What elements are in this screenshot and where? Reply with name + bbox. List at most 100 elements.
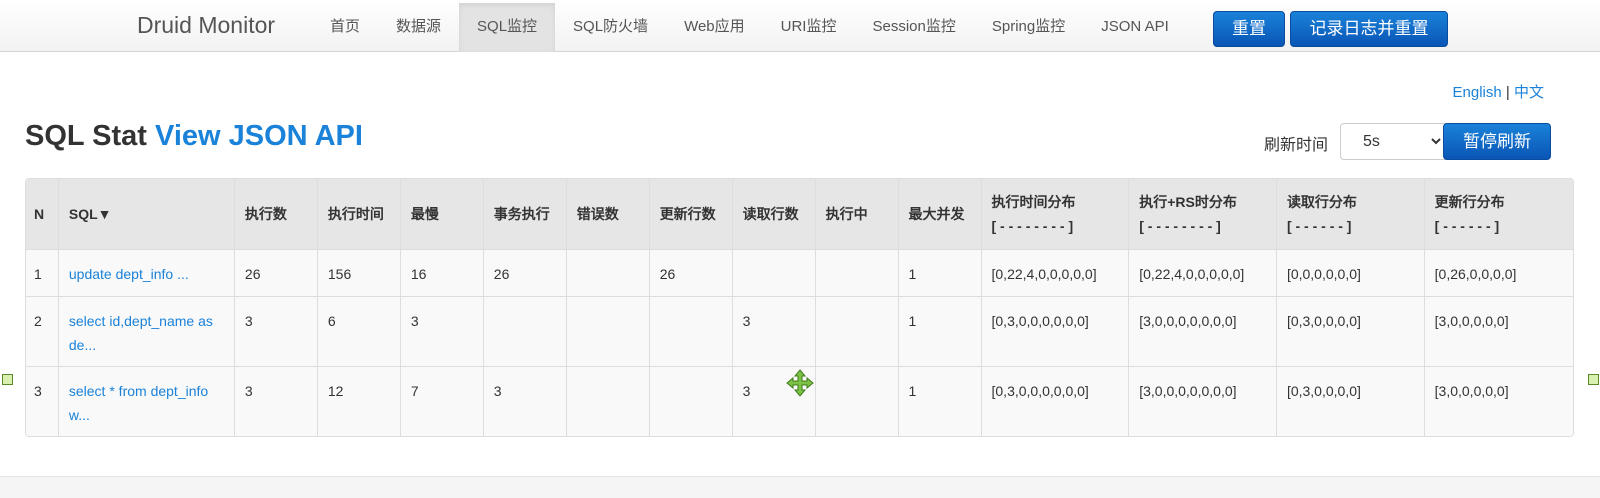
col-header-running[interactable]: 执行中 (815, 179, 899, 250)
cell-exec-hist: [0,3,0,0,0,0,0,0] (981, 366, 1130, 436)
cell-update-hist: [3,0,0,0,0,0] (1434, 382, 1509, 399)
nav-item-sql-firewall[interactable]: SQL防火墙 (555, 3, 666, 52)
cell-fetch-hist: [0,0,0,0,0,0] (1276, 249, 1425, 297)
log-and-reset-button[interactable]: 记录日志并重置 (1290, 11, 1448, 47)
cell-max-concurrent: 1 (898, 296, 982, 367)
cell-sql: update dept_info ... (58, 249, 235, 297)
lang-separator: | (1505, 84, 1510, 101)
pause-refresh-button[interactable]: 暂停刷新 (1443, 123, 1551, 160)
col-header-tx-exec[interactable]: 事务执行 (483, 179, 567, 250)
page-title: SQL Stat View JSON API (25, 120, 363, 153)
col-header-sql[interactable]: SQL▼ (58, 179, 235, 250)
nav-item-datasource[interactable]: 数据源 (378, 3, 459, 52)
language-switch: English | 中文 (1453, 81, 1544, 102)
nav-item-session[interactable]: Session监控 (854, 3, 973, 52)
refresh-interval-select[interactable]: 5s (1340, 123, 1453, 160)
table-row: 2 select id,dept_name as de... 3 6 3 3 1… (26, 296, 1573, 367)
move-cursor-icon (786, 369, 814, 397)
col-header-error-count[interactable]: 错误数 (566, 179, 650, 250)
sql-link[interactable]: update dept_info ... (69, 266, 189, 282)
table-header-row: N SQL▼ 执行数 执行时间 最慢 事务执行 错误数 更新行数 读取行数 执行… (26, 179, 1573, 250)
cell-exec-time: 12 (317, 366, 401, 436)
cell-max-concurrent: 1 (898, 249, 982, 297)
sql-link[interactable]: select id,dept_name as de... (69, 313, 213, 353)
fetch-hist-title: 读取行分布 (1286, 193, 1357, 210)
nav-item-web-app[interactable]: Web应用 (666, 3, 763, 52)
col-header-fetch-hist[interactable]: 读取行分布 [ - - - - - - ] (1276, 179, 1425, 250)
exec-rs-hist-sub: [ - - - - - - - - ] (1139, 217, 1221, 234)
cell-slowest: 16 (400, 249, 484, 297)
col-header-slowest[interactable]: 最慢 (400, 179, 484, 250)
cell-n: 3 (26, 366, 59, 436)
col-header-n[interactable]: N (26, 179, 59, 250)
cell-max-concurrent: 1 (898, 366, 982, 436)
cell-exec-rs-hist: [3,0,0,0,0,0,0,0] (1128, 366, 1277, 436)
cell-exec-count: 3 (234, 296, 318, 367)
footer-band (0, 476, 1600, 498)
exec-hist-title: 执行时间分布 (991, 193, 1076, 210)
cell-exec-rs-hist: [3,0,0,0,0,0,0,0] (1128, 296, 1277, 367)
nav-item-sql[interactable]: SQL监控 (459, 3, 556, 52)
col-header-exec-hist[interactable]: 执行时间分布 [ - - - - - - - - ] (981, 179, 1130, 250)
cell-exec-time: 156 (317, 249, 401, 297)
cell-running (815, 249, 899, 297)
reset-button[interactable]: 重置 (1213, 11, 1285, 47)
chevron-down-icon (1430, 124, 1442, 173)
lang-chinese-link[interactable]: 中文 (1514, 84, 1544, 101)
cell-exec-hist: [0,3,0,0,0,0,0,0] (981, 296, 1130, 367)
col-header-exec-rs-hist[interactable]: 执行+RS时分布 [ - - - - - - - - ] (1128, 179, 1277, 250)
fetch-hist-sub: [ - - - - - - ] (1286, 217, 1352, 234)
col-header-update-rows[interactable]: 更新行数 (649, 179, 733, 250)
sql-link[interactable]: select * from dept_info w... (69, 383, 208, 423)
cell-tx-exec: 3 (483, 366, 567, 436)
cell-n: 2 (26, 296, 59, 367)
nav-links: 首页 数据源 SQL监控 SQL防火墙 Web应用 URI监控 Session监… (312, 3, 1187, 52)
cell-slowest: 7 (400, 366, 484, 436)
cell-error-count (566, 296, 650, 367)
cell-sql: select * from dept_info w... (58, 366, 235, 436)
nav-item-home[interactable]: 首页 (312, 3, 378, 52)
nav-item-spring[interactable]: Spring监控 (974, 3, 1083, 52)
nav-item-uri[interactable]: URI监控 (763, 3, 855, 52)
sql-stat-table: N SQL▼ 执行数 执行时间 最慢 事务执行 错误数 更新行数 读取行数 执行… (25, 178, 1574, 437)
page-title-text: SQL Stat (25, 120, 147, 152)
cell-update-hist: [3,0,0,0,0,0] (1424, 296, 1573, 367)
cell-exec-rs-hist: [0,22,4,0,0,0,0,0] (1128, 249, 1277, 297)
cell-n: 1 (26, 249, 59, 297)
cell-exec-time: 6 (317, 296, 401, 367)
cell-fetch-rows: 3 (732, 296, 816, 367)
col-header-fetch-rows[interactable]: 读取行数 (732, 179, 816, 250)
col-header-exec-count[interactable]: 执行数 (234, 179, 318, 250)
resize-handle-right[interactable] (1588, 374, 1599, 385)
exec-hist-sub: [ - - - - - - - - ] (991, 217, 1074, 234)
cell-slowest: 3 (400, 296, 484, 367)
cell-fetch-hist: [0,3,0,0,0,0] (1276, 366, 1425, 436)
update-hist-sub: [ - - - - - - ] (1434, 217, 1500, 234)
cell-sql: select id,dept_name as de... (58, 296, 235, 367)
col-header-exec-time[interactable]: 执行时间 (317, 179, 401, 250)
view-json-api-link[interactable]: View JSON API (155, 120, 363, 152)
resize-handle-left[interactable] (2, 374, 13, 385)
cell-tx-exec (483, 296, 567, 367)
col-header-max-concurrent[interactable]: 最大并发 (898, 179, 982, 250)
cell-fetch-rows (732, 249, 816, 297)
refresh-interval-label: 刷新时间 (1264, 137, 1329, 154)
cell-update-rows (649, 296, 733, 367)
lang-english-link[interactable]: English (1453, 84, 1502, 101)
cell-tx-exec: 26 (483, 249, 567, 297)
cell-update-rows (649, 366, 733, 436)
cell-update-hist: [0,26,0,0,0,0] (1424, 249, 1573, 297)
cell-exec-hist: [0,22,4,0,0,0,0,0] (981, 249, 1130, 297)
cell-error-count (566, 366, 650, 436)
cell-running (815, 296, 899, 367)
nav-item-json-api[interactable]: JSON API (1083, 3, 1187, 52)
brand-title[interactable]: Druid Monitor (137, 12, 275, 39)
table-row: 1 update dept_info ... 26 156 16 26 26 1… (26, 249, 1573, 297)
update-hist-title: 更新行分布 (1434, 193, 1505, 210)
cell-update-rows: 26 (649, 249, 733, 297)
col-header-update-hist[interactable]: 更新行分布 [ - - - - - - ] (1424, 179, 1573, 250)
cell-exec-count: 26 (234, 249, 318, 297)
cell-error-count (566, 249, 650, 297)
exec-rs-hist-title: 执行+RS时分布 (1139, 193, 1237, 210)
cell-running (815, 366, 899, 436)
